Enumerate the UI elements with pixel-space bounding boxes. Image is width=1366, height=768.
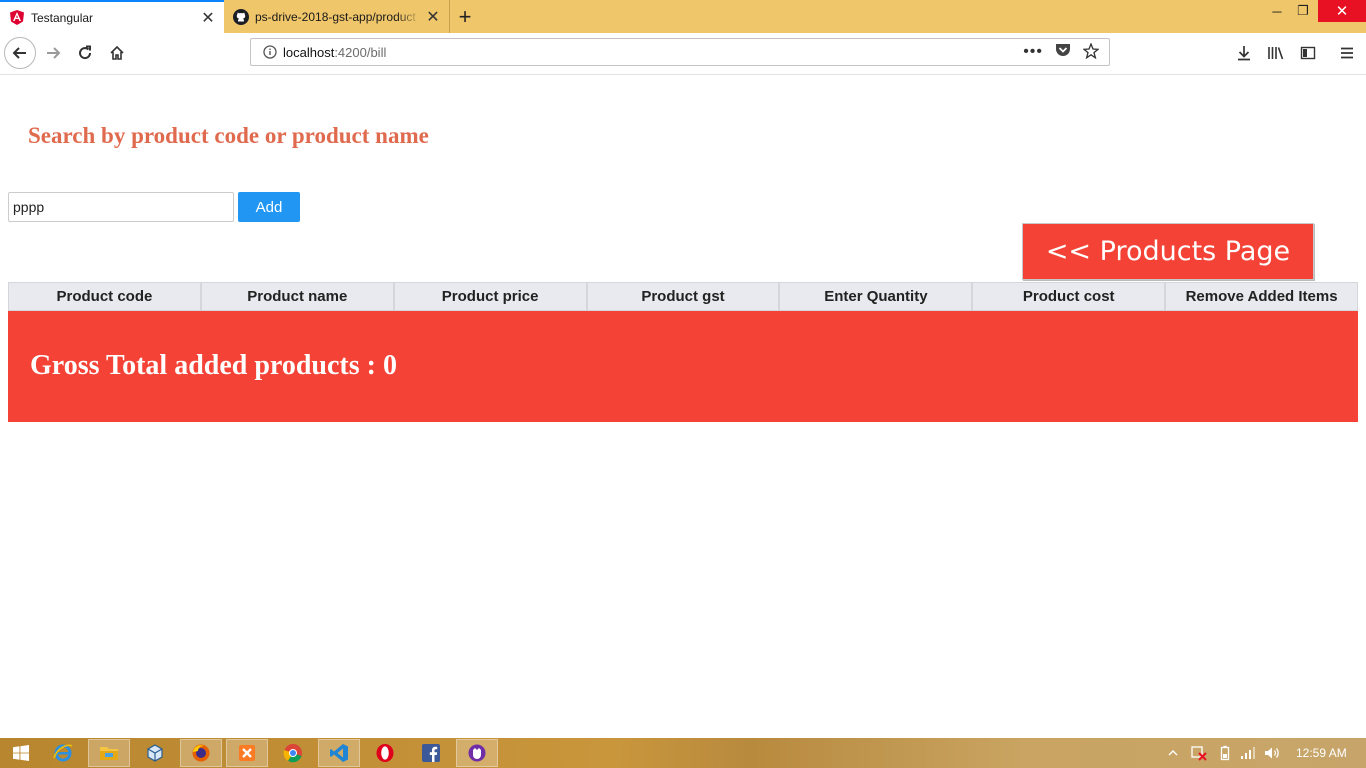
github-icon [233, 8, 249, 25]
bookmark-star-icon[interactable] [1082, 41, 1100, 62]
products-page-button[interactable]: << Products Page [1022, 223, 1314, 280]
url-bar[interactable]: localhost:4200/bill ••• [250, 38, 1110, 66]
search-heading: Search by product code or product name [28, 123, 429, 148]
site-info-icon[interactable] [257, 45, 283, 59]
battery-icon[interactable] [1220, 738, 1230, 768]
close-window-button[interactable]: ✕ [1318, 0, 1366, 22]
opera-icon[interactable] [364, 739, 406, 767]
sidebar-button[interactable] [1293, 38, 1323, 68]
tab-github[interactable]: ps-drive-2018-gst-app/product ✕ [224, 0, 450, 33]
browser-tab-strip: Testangular ✕ ps-drive-2018-gst-app/prod… [0, 0, 1366, 33]
close-tab-icon[interactable]: ✕ [196, 6, 220, 30]
back-button[interactable] [4, 37, 36, 69]
chrome-icon[interactable] [272, 739, 314, 767]
windows-taskbar: 12:59 AM [0, 738, 1366, 768]
forward-button[interactable] [38, 38, 68, 68]
home-icon [110, 45, 124, 60]
url-host: localhost [283, 44, 335, 60]
reload-icon [79, 45, 92, 60]
pocket-icon[interactable] [1055, 43, 1071, 61]
internet-explorer-icon[interactable] [42, 739, 84, 767]
library-button[interactable] [1261, 38, 1291, 68]
download-icon [1238, 46, 1250, 61]
search-input[interactable] [8, 192, 234, 222]
firefox-icon[interactable] [180, 739, 222, 767]
products-table-header: Product code Product name Product price … [8, 282, 1359, 311]
xampp-icon[interactable] [226, 739, 268, 767]
column-header-product-price: Product price [393, 282, 587, 311]
purple-app-icon[interactable] [456, 739, 498, 767]
file-explorer-icon[interactable] [88, 739, 130, 767]
page-actions-icon[interactable]: ••• [1023, 43, 1043, 61]
column-header-remove-added-items: Remove Added Items [1165, 282, 1359, 311]
browser-navbar: localhost:4200/bill ••• [0, 33, 1366, 75]
vscode-icon[interactable] [318, 739, 360, 767]
windows-start-icon[interactable] [0, 739, 42, 767]
menu-button[interactable] [1332, 38, 1362, 68]
column-header-product-name: Product name [200, 282, 394, 311]
column-header-enter-quantity: Enter Quantity [779, 282, 973, 311]
url-path: :4200/bill [334, 44, 387, 60]
column-header-product-cost: Product cost [972, 282, 1166, 311]
close-tab-icon[interactable]: ✕ [421, 5, 445, 29]
forward-arrow-icon [47, 47, 61, 59]
restore-window-button[interactable]: ❐ [1292, 0, 1314, 22]
home-button[interactable] [102, 38, 132, 68]
volume-icon[interactable] [1264, 738, 1280, 768]
tab-testangular[interactable]: Testangular ✕ [0, 0, 224, 33]
hamburger-menu-icon [1341, 47, 1353, 59]
gross-total-text: Gross Total added products : 0 [30, 350, 397, 381]
downloads-button[interactable] [1229, 38, 1259, 68]
tab-title: ps-drive-2018-gst-app/product [255, 9, 416, 24]
reload-button[interactable] [70, 38, 100, 68]
column-header-product-code: Product code [8, 282, 201, 311]
taskbar-clock[interactable]: 12:59 AM [1296, 738, 1347, 768]
add-button[interactable]: Add [238, 192, 300, 222]
column-header-product-gst: Product gst [586, 282, 780, 311]
network-status-icon[interactable] [1190, 738, 1208, 768]
angular-icon [9, 10, 25, 26]
show-hidden-icons-button[interactable] [1168, 738, 1178, 768]
signal-strength-icon[interactable] [1240, 738, 1256, 768]
facebook-icon[interactable] [410, 739, 452, 767]
sidebar-icon [1300, 46, 1316, 60]
gross-total-panel: Gross Total added products : 0 [8, 311, 1358, 422]
minimize-window-button[interactable]: ─ [1266, 0, 1288, 22]
3d-box-icon[interactable] [134, 739, 176, 767]
tab-title: Testangular [31, 10, 94, 25]
library-icon [1268, 47, 1284, 60]
back-arrow-icon [12, 47, 26, 59]
new-tab-button[interactable]: + [452, 4, 478, 30]
